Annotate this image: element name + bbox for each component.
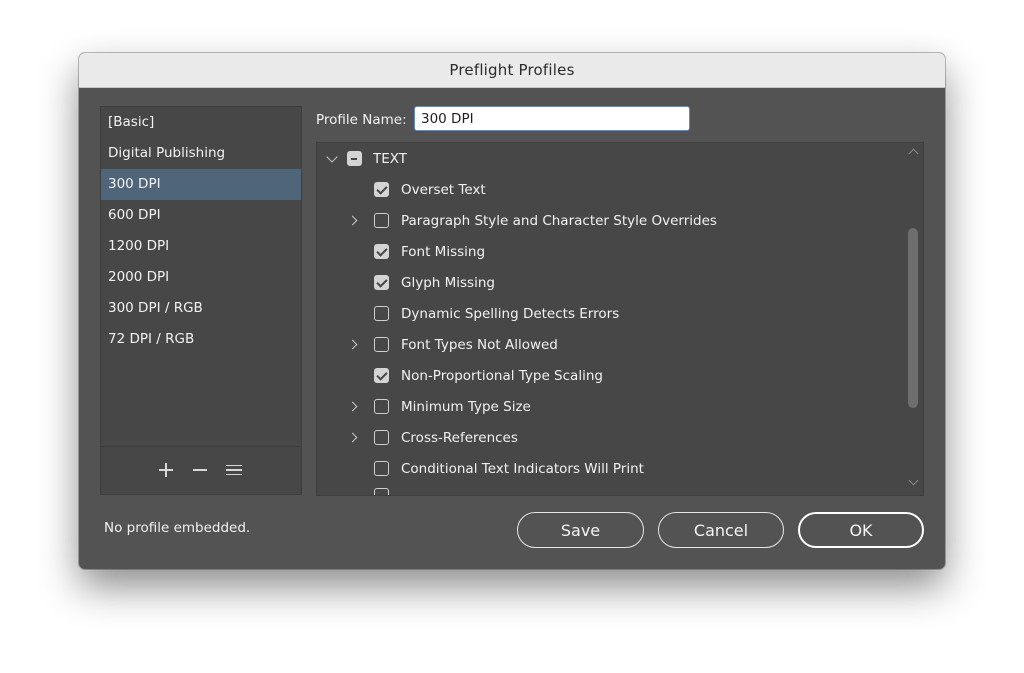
checkbox-checked[interactable]: [374, 275, 389, 290]
rule-label: Minimum Type Size: [401, 398, 531, 415]
profile-item-300-dpi-rgb[interactable]: 300 DPI / RGB: [101, 293, 301, 324]
profile-item-basic[interactable]: [Basic]: [101, 107, 301, 138]
chevron-right-icon[interactable]: [347, 339, 358, 350]
profile-item-digital-publishing[interactable]: Digital Publishing: [101, 138, 301, 169]
rule-row-conditional-text[interactable]: Conditional Text Indicators Will Print: [317, 453, 905, 484]
checkbox-checked[interactable]: [374, 244, 389, 259]
profile-item-600-dpi[interactable]: 600 DPI: [101, 200, 301, 231]
plus-icon[interactable]: [156, 460, 176, 480]
checkbox-checked[interactable]: [374, 182, 389, 197]
checkbox[interactable]: [374, 337, 389, 352]
rule-label: Non-Proportional Type Scaling: [401, 367, 603, 384]
save-button[interactable]: Save: [517, 512, 644, 548]
chevron-down-icon[interactable]: [908, 475, 919, 486]
profile-name-input[interactable]: [414, 106, 690, 131]
chevron-down-icon[interactable]: [326, 151, 338, 163]
scrollbar-thumb[interactable]: [908, 228, 918, 408]
profile-list-toolbar: [100, 446, 300, 493]
rule-row-dynamic-spelling[interactable]: Dynamic Spelling Detects Errors: [317, 298, 905, 329]
chevron-right-icon[interactable]: [347, 401, 358, 412]
rule-row-cross-references[interactable]: Cross-References: [317, 422, 905, 453]
cancel-button[interactable]: Cancel: [658, 512, 784, 548]
rule-row-glyph-missing[interactable]: Glyph Missing: [317, 267, 905, 298]
rule-label: Font Types Not Allowed: [401, 336, 558, 353]
title-bar[interactable]: Preflight Profiles: [79, 53, 945, 88]
rule-label: Paragraph Style and Character Style Over…: [401, 212, 717, 229]
rule-row-font-missing[interactable]: Font Missing: [317, 236, 905, 267]
profile-item-1200-dpi[interactable]: 1200 DPI: [101, 231, 301, 262]
category-checkbox-mixed[interactable]: [347, 151, 362, 166]
checkbox[interactable]: [374, 213, 389, 228]
rule-row-font-types[interactable]: Font Types Not Allowed: [317, 329, 905, 360]
rule-row-partial[interactable]: [317, 484, 905, 495]
rule-row-style-overrides[interactable]: Paragraph Style and Character Style Over…: [317, 205, 905, 236]
rule-label: Dynamic Spelling Detects Errors: [401, 305, 620, 322]
profile-name-label: Profile Name:: [316, 112, 407, 128]
chevron-right-icon[interactable]: [347, 432, 358, 443]
checkbox[interactable]: [374, 430, 389, 445]
rule-label: Overset Text: [401, 181, 486, 198]
rule-label: Conditional Text Indicators Will Print: [401, 460, 644, 477]
checkbox[interactable]: [374, 461, 389, 476]
checkbox[interactable]: [374, 488, 389, 495]
category-label: TEXT: [373, 150, 408, 167]
profile-item-2000-dpi[interactable]: 2000 DPI: [101, 262, 301, 293]
chevron-up-icon[interactable]: [908, 148, 919, 159]
rule-row-minimum-type-size[interactable]: Minimum Type Size: [317, 391, 905, 422]
tree-category-text[interactable]: TEXT: [317, 143, 905, 174]
checkbox-checked[interactable]: [374, 368, 389, 383]
ok-button[interactable]: OK: [798, 512, 924, 548]
checkbox[interactable]: [374, 399, 389, 414]
rule-label: Cross-References: [401, 429, 518, 446]
profile-item-300-dpi[interactable]: 300 DPI: [101, 169, 301, 200]
rule-row-non-proportional[interactable]: Non-Proportional Type Scaling: [317, 360, 905, 391]
chevron-right-icon[interactable]: [347, 215, 358, 226]
rule-label: Glyph Missing: [401, 274, 495, 291]
status-text: No profile embedded.: [104, 520, 251, 536]
minus-icon[interactable]: [190, 460, 210, 480]
rule-label: Font Missing: [401, 243, 486, 260]
menu-icon[interactable]: [224, 460, 244, 480]
dialog-title: Preflight Profiles: [449, 61, 575, 79]
profile-list: [Basic] Digital Publishing 300 DPI 600 D…: [100, 106, 302, 495]
preflight-profiles-dialog: Preflight Profiles [Basic] Digital Publi…: [79, 53, 945, 569]
rules-tree: TEXT Overset Text Paragraph Style and Ch…: [316, 142, 924, 496]
checkbox[interactable]: [374, 306, 389, 321]
rule-row-overset-text[interactable]: Overset Text: [317, 174, 905, 205]
tree-scrollbar[interactable]: [905, 143, 923, 493]
profile-item-72-dpi-rgb[interactable]: 72 DPI / RGB: [101, 324, 301, 355]
